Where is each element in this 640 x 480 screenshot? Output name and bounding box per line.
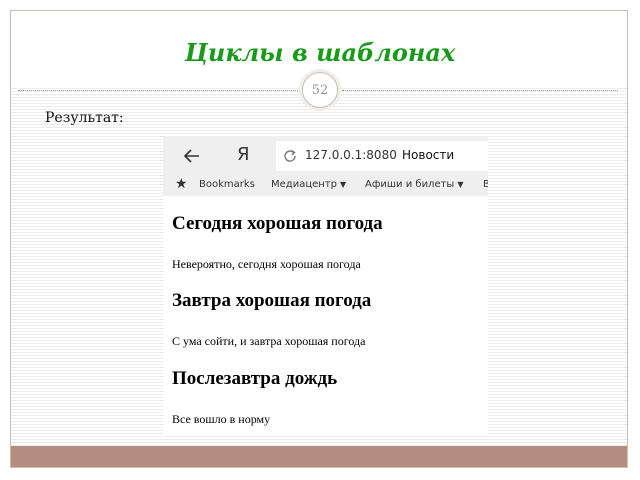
news-item: Послезавтра дождь Все вошло в норму (172, 368, 338, 426)
title-divider-left (18, 90, 300, 91)
news-heading: Завтра хорошая погода (172, 290, 372, 311)
browser-toolbar: Я 127.0.0.1:8080 Новости (163, 136, 488, 176)
reload-icon[interactable] (282, 148, 298, 164)
page-number-badge: 52 (302, 72, 338, 108)
back-arrow-icon[interactable] (182, 146, 202, 166)
news-text: Невероятно, сегодня хорошая погода (172, 257, 361, 271)
bookmark-bookmarks[interactable]: Bookmarks (199, 179, 255, 190)
bookmark-mediacenter-label: Медиацентр (271, 179, 337, 190)
chevron-down-icon: ▼ (457, 180, 464, 189)
footer-bar (11, 446, 627, 467)
news-text: С ума сойти, и завтра хорошая погода (172, 334, 366, 348)
address-bar[interactable]: 127.0.0.1:8080 Новости (276, 141, 488, 171)
page-content: Сегодня хорошая погода Невероятно, сегод… (163, 196, 488, 434)
bookmark-more[interactable]: В (483, 179, 488, 190)
yandex-logo-icon[interactable]: Я (237, 144, 250, 165)
bookmark-mediacenter[interactable]: Медиацентр ▼ (271, 179, 346, 190)
news-text: Все вошло в норму (172, 412, 271, 426)
bookmark-afishi[interactable]: Афиши и билеты ▼ (365, 179, 463, 190)
result-label: Результат: (45, 110, 124, 126)
slide-title: Циклы в шаблонах (184, 38, 456, 67)
title-divider-right (342, 90, 618, 91)
chevron-down-icon: ▼ (340, 180, 347, 189)
bookmark-afishi-label: Афиши и билеты (365, 179, 455, 190)
star-icon[interactable]: ★ (175, 176, 188, 192)
news-heading: Сегодня хорошая погода (172, 213, 383, 234)
url-text[interactable]: 127.0.0.1:8080 (305, 148, 397, 162)
news-item: Сегодня хорошая погода Невероятно, сегод… (172, 213, 383, 271)
news-item: Завтра хорошая погода С ума сойти, и зав… (172, 290, 372, 348)
bookmarks-bar: ★ Bookmarks Медиацентр ▼ Афиши и билеты ▼ … (163, 176, 488, 196)
news-heading: Послезавтра дождь (172, 368, 338, 389)
page-title-text: Новости (402, 148, 455, 162)
browser-screenshot: Я 127.0.0.1:8080 Новости ★ Bookmarks Мед… (163, 136, 488, 434)
